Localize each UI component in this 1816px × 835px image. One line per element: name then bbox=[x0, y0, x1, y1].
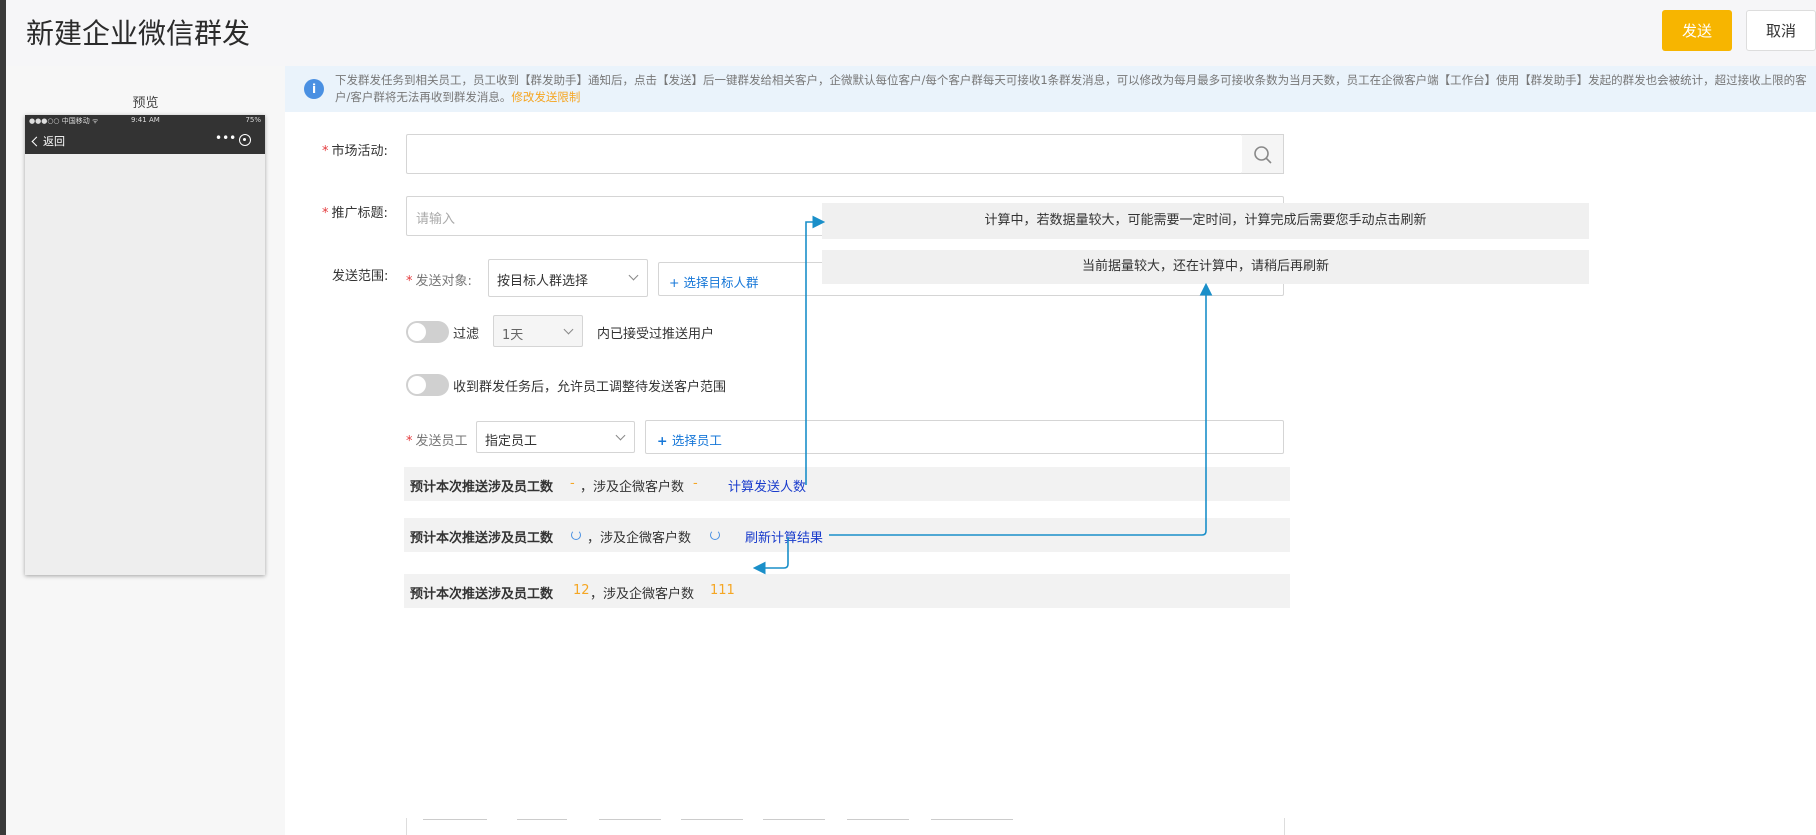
table-header-cell bbox=[681, 819, 743, 820]
arrow-calculate-to-tip bbox=[805, 215, 826, 485]
table-header-cell bbox=[517, 819, 567, 820]
bottom-table-partial bbox=[406, 818, 1285, 835]
arrow-refresh-to-result bbox=[752, 537, 789, 575]
table-header-cell bbox=[423, 819, 487, 820]
table-header-cell bbox=[763, 819, 825, 820]
annotation-arrows bbox=[752, 215, 1213, 575]
table-header-cell bbox=[931, 819, 1013, 820]
page: 新建企业微信群发 发送 取消 预览 ●●●○○ 中国移动 ᯤ 9:41 AM 7… bbox=[0, 0, 1816, 835]
arrow-refresh-to-tip bbox=[829, 282, 1213, 536]
table-header-cell bbox=[599, 819, 661, 820]
table-header-cell bbox=[847, 819, 909, 820]
